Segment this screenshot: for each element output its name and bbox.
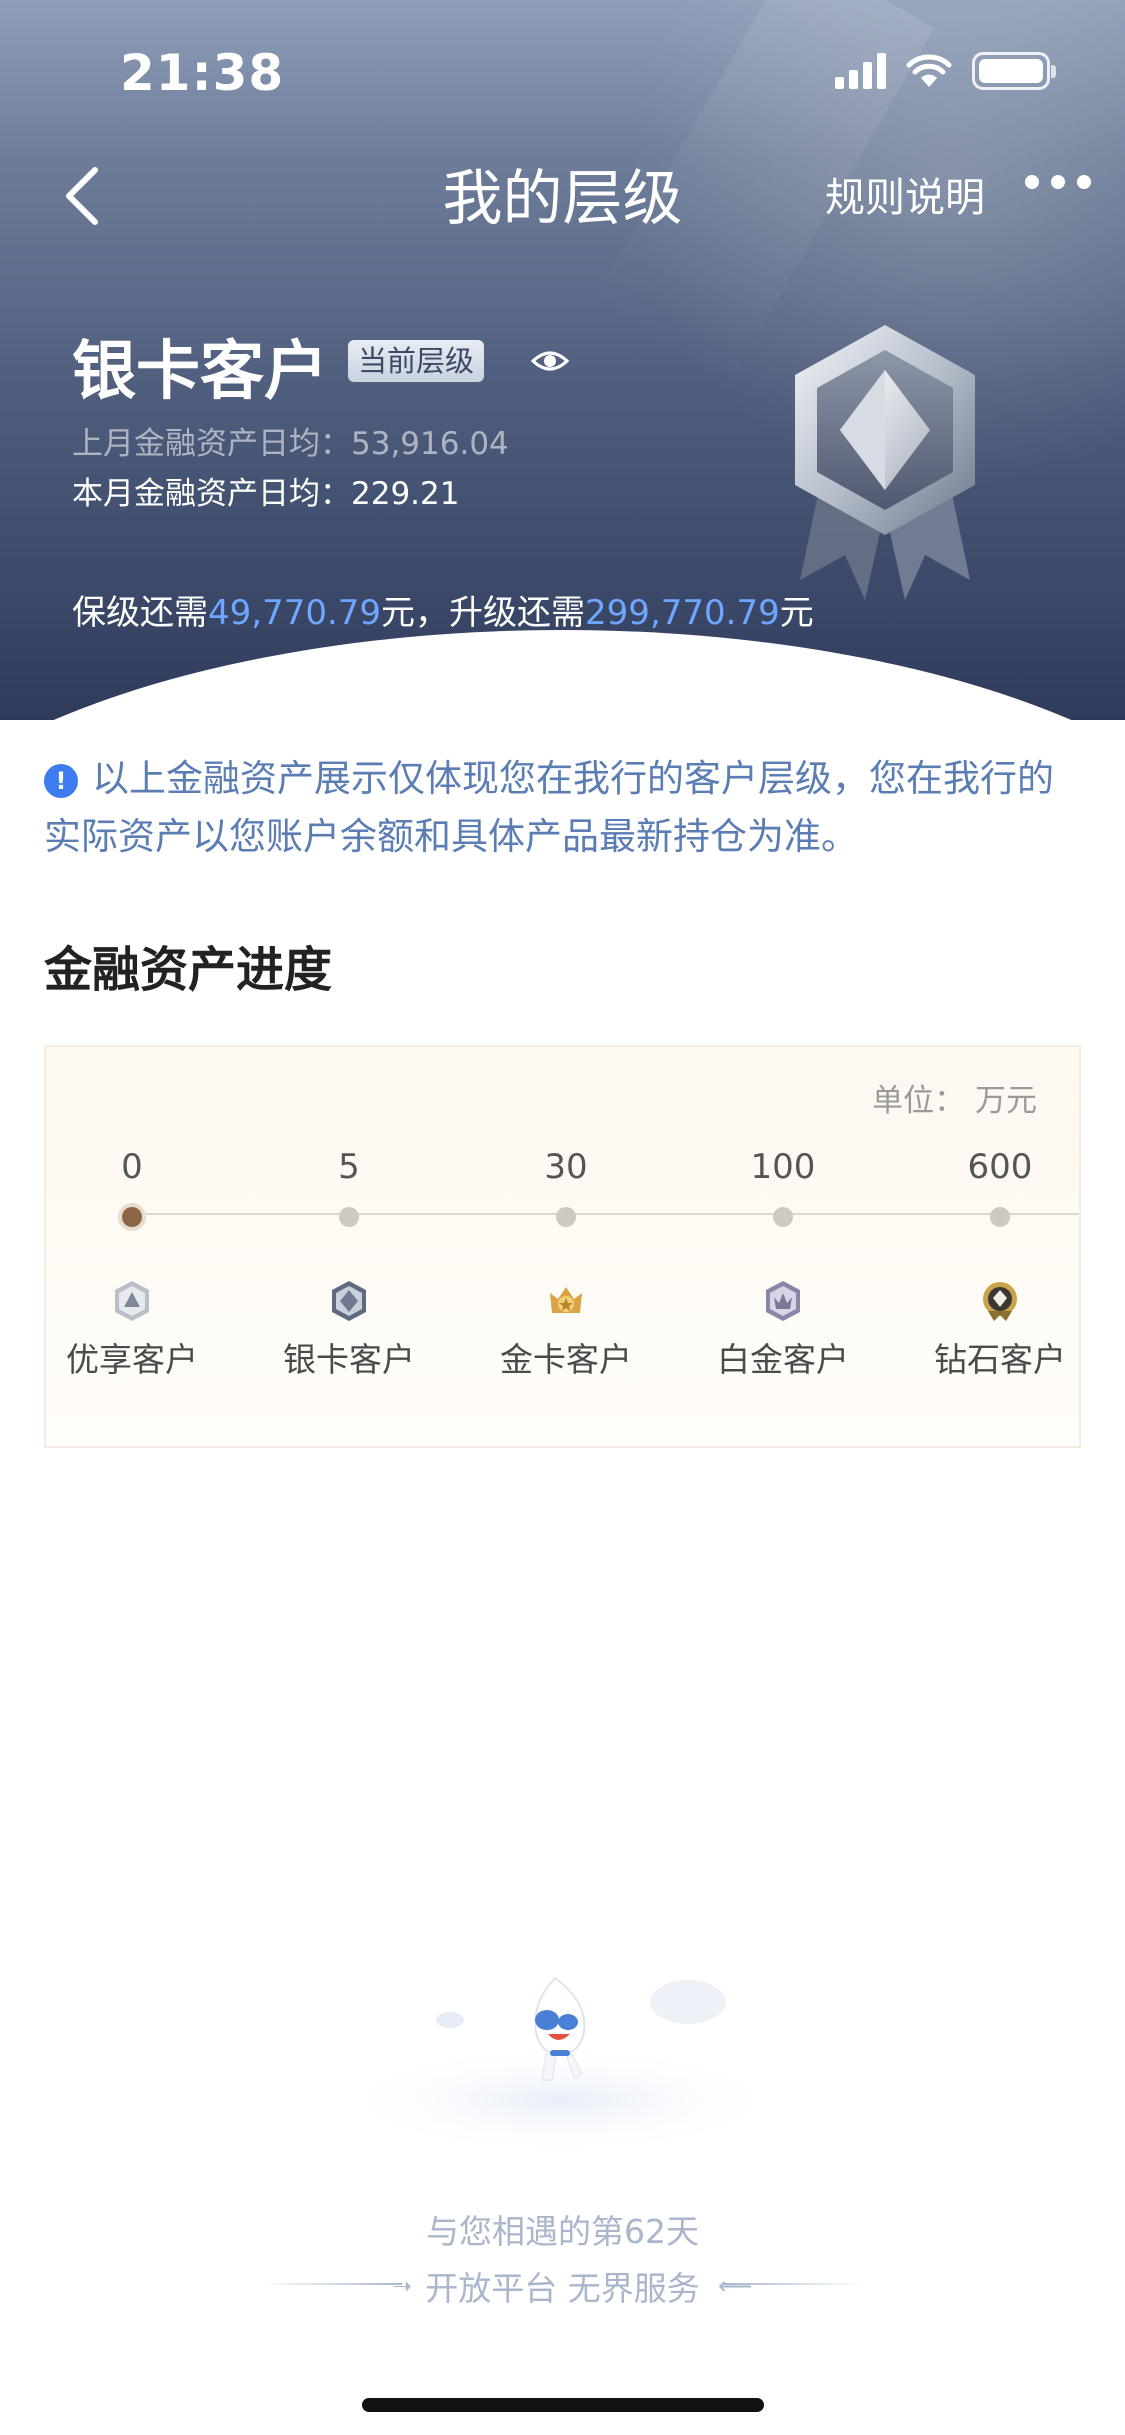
footer-divider-right <box>724 2283 864 2285</box>
tier-label: 金卡客户 <box>500 1340 632 1379</box>
keep-amount: 49,770.79 <box>208 593 382 633</box>
tier-label: 优享客户 <box>66 1340 198 1379</box>
status-time: 21:38 <box>120 44 285 102</box>
battery-icon <box>972 52 1056 90</box>
tier-threshold: 5 <box>338 1147 360 1187</box>
upgrade-amount: 299,770.79 <box>585 593 780 633</box>
tier-label: 银卡客户 <box>283 1340 415 1379</box>
keep-suffix: 元，升级还需 <box>381 593 586 633</box>
eye-icon[interactable] <box>530 345 570 377</box>
cellular-signal-icon <box>835 53 886 89</box>
wifi-icon <box>906 54 952 87</box>
assets-notice: ! 以上金融资产展示仅体现您在我行的客户层级，您在我行的实际资产以您账户余额和具体… <box>44 750 1084 866</box>
tier-threshold: 100 <box>750 1147 816 1187</box>
tier-label: 白金客户 <box>717 1340 849 1379</box>
mascot-illustration <box>330 1976 790 2150</box>
rules-link[interactable]: 规则说明 <box>825 165 985 223</box>
youxiang-badge-icon <box>115 1281 149 1321</box>
header-curve <box>0 630 1125 720</box>
keep-upgrade-text: 保级还需49,770.79元，升级还需299,770.79元 <box>72 585 814 634</box>
progress-dot-current <box>118 1203 146 1231</box>
footer-arrow-right-icon: ⟵ <box>718 2272 753 2300</box>
progress-track <box>132 1213 1079 1215</box>
progress-dot <box>556 1207 576 1227</box>
keep-prefix: 保级还需 <box>72 593 208 633</box>
diamond-badge-icon <box>983 1282 1017 1321</box>
silver-badge-icon <box>332 1281 366 1321</box>
tier-header: 21:38 我的层级 规则说明 银卡客户 当前层级 上月金融资产日均：53,91… <box>0 0 1125 720</box>
tier-threshold: 0 <box>121 1147 143 1187</box>
platinum-badge-icon <box>766 1281 800 1321</box>
notice-text: 以上金融资产展示仅体现您在我行的客户层级，您在我行的实际资产以您账户余额和具体产… <box>44 757 1054 858</box>
info-icon: ! <box>44 764 78 798</box>
status-icons <box>835 52 1056 90</box>
silver-medal-icon <box>795 325 975 600</box>
more-icon[interactable] <box>1025 175 1091 189</box>
days-together-text: 与您相遇的第62天 <box>426 2212 699 2251</box>
progress-card: 单位： 万元 0 优享客户 5 银卡客户 30 金卡客户 100 白金客户 60… <box>44 1045 1081 1448</box>
tier-threshold: 30 <box>544 1147 588 1187</box>
progress-dot <box>990 1207 1010 1227</box>
home-indicator[interactable] <box>362 2398 764 2412</box>
tier-threshold: 600 <box>967 1147 1033 1187</box>
tier-label: 钻石客户 <box>934 1340 1066 1379</box>
gold-badge-icon <box>550 1287 582 1313</box>
footer-slogan: 开放平台 无界服务 <box>425 2269 700 2308</box>
progress-dot <box>773 1207 793 1227</box>
tier-name: 银卡客户 <box>72 335 328 409</box>
progress-dot <box>339 1207 359 1227</box>
this-month-assets: 本月金融资产日均：229.21 <box>72 476 460 512</box>
current-tier-badge: 当前层级 <box>348 340 485 382</box>
unit-label: 单位： 万元 <box>872 1083 1037 1119</box>
progress-section-title: 金融资产进度 <box>44 942 333 998</box>
last-month-assets: 上月金融资产日均：53,916.04 <box>72 426 509 462</box>
